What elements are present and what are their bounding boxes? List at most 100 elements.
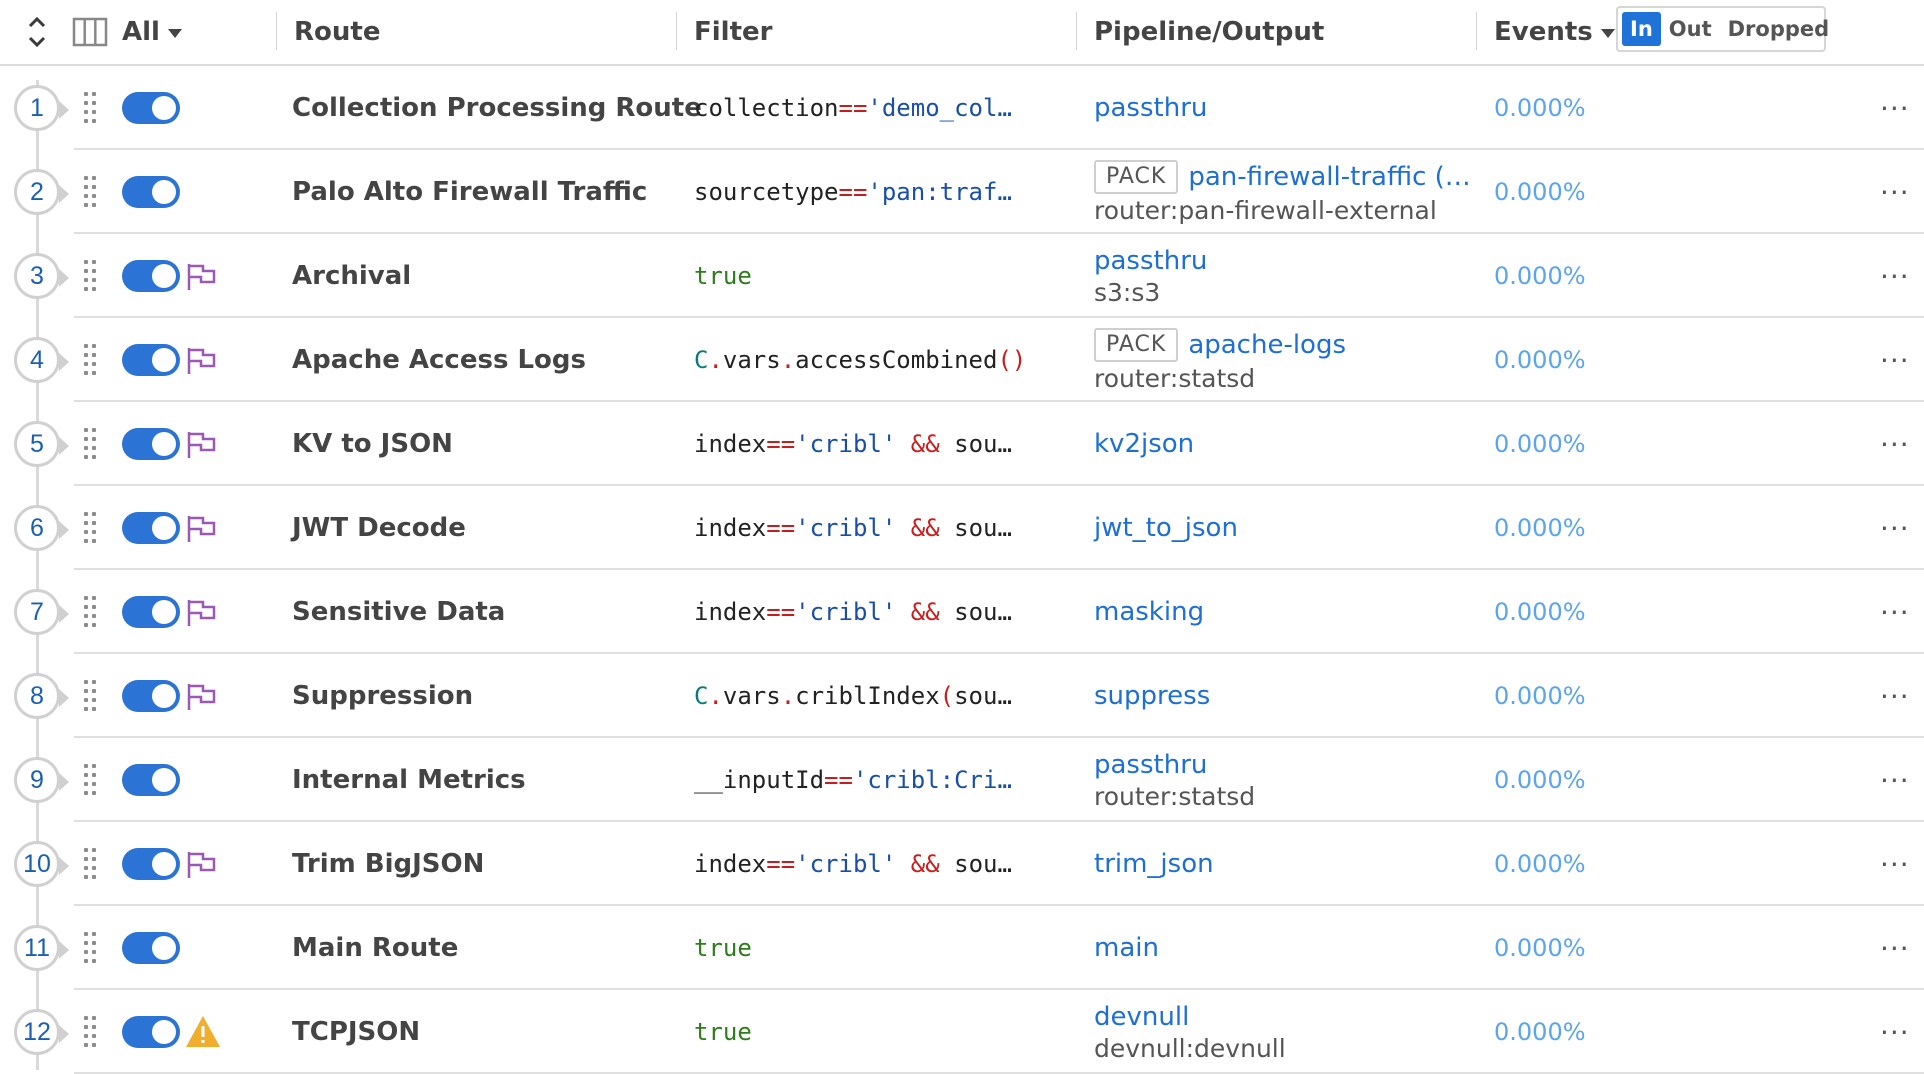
more-options-icon[interactable]: ··· [1880, 318, 1910, 402]
table-row[interactable]: 4 Apache Access Logs C. vars. accessCombined… [14, 318, 1924, 402]
events-mode-dropped[interactable]: Dropped [1720, 12, 1838, 46]
pipeline-link[interactable]: trim_json [1094, 849, 1214, 879]
route-name[interactable]: Palo Alto Firewall Traffic [292, 150, 647, 234]
events-mode-toggle[interactable]: In Out Dropped [1616, 6, 1829, 52]
route-filter-expression[interactable]: C. vars. accessCombined() [694, 318, 1026, 402]
pipeline-link[interactable]: suppress [1094, 681, 1210, 711]
table-row[interactable]: 1 Collection Processing Route collection ==… [14, 66, 1924, 150]
route-filter-expression[interactable]: index =='cribl' && sou… [694, 486, 1012, 570]
route-name[interactable]: JWT Decode [292, 486, 466, 570]
more-options-icon[interactable]: ··· [1880, 66, 1910, 150]
more-options-icon[interactable]: ··· [1880, 738, 1910, 822]
pipeline-link[interactable]: passthru [1094, 246, 1207, 276]
column-divider[interactable] [276, 12, 277, 50]
route-name[interactable]: Suppression [292, 654, 473, 738]
route-filter-expression[interactable]: C. vars. criblIndex(sou… [694, 654, 1012, 738]
more-options-icon[interactable]: ··· [1880, 402, 1910, 486]
route-name[interactable]: KV to JSON [292, 402, 453, 486]
more-options-icon[interactable]: ··· [1880, 570, 1910, 654]
table-row[interactable]: 6 JWT Decode index =='cribl' && sou… jwt_to_… [14, 486, 1924, 570]
route-enabled-toggle[interactable] [122, 176, 180, 208]
drag-handle-icon[interactable] [84, 428, 98, 460]
pipeline-link[interactable]: passthru [1094, 750, 1207, 780]
pipeline-link[interactable]: apache-logs [1188, 330, 1346, 360]
events-mode-out[interactable]: Out [1661, 12, 1720, 46]
route-enabled-toggle[interactable] [122, 260, 180, 292]
table-row[interactable]: 12 TCPJSON true devnull devnull:devnull 0.000… [14, 990, 1924, 1074]
column-divider[interactable] [1076, 12, 1077, 50]
route-name[interactable]: Sensitive Data [292, 570, 505, 654]
table-row[interactable]: 7 Sensitive Data index =='cribl' && sou… mas… [14, 570, 1924, 654]
route-enabled-toggle[interactable] [122, 1016, 180, 1048]
pipeline-link[interactable]: devnull [1094, 1002, 1189, 1032]
route-name[interactable]: Internal Metrics [292, 738, 526, 822]
drag-handle-icon[interactable] [84, 260, 98, 292]
route-filter-expression[interactable]: collection =='demo_col… [694, 66, 1012, 150]
route-filter-expression[interactable]: true [694, 234, 752, 318]
table-header: All Route Filter Pipeline/Output Events … [0, 0, 1924, 66]
more-options-icon[interactable]: ··· [1880, 234, 1910, 318]
route-filter-expression[interactable]: true [694, 906, 752, 990]
pipeline-link[interactable]: pan-firewall-traffic (… [1188, 162, 1470, 192]
table-row[interactable]: 11 Main Route true main 0.000% ··· [14, 906, 1924, 990]
route-enabled-toggle[interactable] [122, 92, 180, 124]
drag-handle-icon[interactable] [84, 92, 98, 124]
columns-icon[interactable] [72, 0, 108, 64]
route-enabled-toggle[interactable] [122, 932, 180, 964]
route-name[interactable]: Trim BigJSON [292, 822, 484, 906]
more-options-icon[interactable]: ··· [1880, 654, 1910, 738]
column-divider[interactable] [676, 12, 677, 50]
drag-handle-icon[interactable] [84, 932, 98, 964]
route-enabled-toggle[interactable] [122, 764, 180, 796]
route-filter-expression[interactable]: __inputId =='cribl:Cri… [694, 738, 1012, 822]
route-enabled-toggle[interactable] [122, 680, 180, 712]
events-mode-in[interactable]: In [1622, 12, 1661, 46]
more-options-icon[interactable]: ··· [1880, 150, 1910, 234]
more-options-icon[interactable]: ··· [1880, 906, 1910, 990]
pipeline-link[interactable]: kv2json [1094, 429, 1194, 459]
events-sort-dropdown[interactable]: Events [1494, 0, 1615, 64]
filter-token: collection [694, 94, 839, 122]
route-name[interactable]: Collection Processing Route [292, 66, 702, 150]
route-filter-expression[interactable]: index =='cribl' && sou… [694, 822, 1012, 906]
table-row[interactable]: 5 KV to JSON index =='cribl' && sou… kv2json… [14, 402, 1924, 486]
drag-handle-icon[interactable] [84, 344, 98, 376]
more-options-icon[interactable]: ··· [1880, 990, 1910, 1074]
sort-icon[interactable] [22, 0, 52, 64]
route-filter-expression[interactable]: index =='cribl' && sou… [694, 402, 1012, 486]
table-row[interactable]: 10 Trim BigJSON index =='cribl' && sou… trim… [14, 822, 1924, 906]
more-options-icon[interactable]: ··· [1880, 822, 1910, 906]
route-name[interactable]: TCPJSON [292, 990, 420, 1074]
pipeline-link[interactable]: jwt_to_json [1094, 513, 1238, 543]
more-options-icon[interactable]: ··· [1880, 486, 1910, 570]
table-row[interactable]: 3 Archival true passthru s3:s3 0.000% ··· [14, 234, 1924, 318]
pipeline-link[interactable]: masking [1094, 597, 1204, 627]
route-filter-expression[interactable]: true [694, 990, 752, 1074]
drag-handle-icon[interactable] [84, 680, 98, 712]
route-enabled-toggle[interactable] [122, 596, 180, 628]
table-row[interactable]: 9 Internal Metrics __inputId =='cribl:Cri… p… [14, 738, 1924, 822]
route-filter-expression[interactable]: index =='cribl' && sou… [694, 570, 1012, 654]
pipeline-line: passthru [1094, 93, 1207, 123]
drag-handle-icon[interactable] [84, 596, 98, 628]
route-enabled-toggle[interactable] [122, 848, 180, 880]
drag-handle-icon[interactable] [84, 176, 98, 208]
route-name[interactable]: Main Route [292, 906, 458, 990]
drag-handle-icon[interactable] [84, 848, 98, 880]
route-name[interactable]: Apache Access Logs [292, 318, 586, 402]
column-divider[interactable] [1476, 12, 1477, 50]
table-row[interactable]: 8 Suppression C. vars. criblIndex(sou… suppre… [14, 654, 1924, 738]
route-enabled-toggle[interactable] [122, 512, 180, 544]
pipeline-link[interactable]: passthru [1094, 93, 1207, 123]
route-filter-expression[interactable]: sourcetype =='pan:traf… [694, 150, 1012, 234]
route-enabled-toggle[interactable] [122, 428, 180, 460]
drag-handle-icon[interactable] [84, 512, 98, 544]
route-enabled-toggle[interactable] [122, 344, 180, 376]
filter-token: && [910, 850, 940, 878]
drag-handle-icon[interactable] [84, 764, 98, 796]
route-name[interactable]: Archival [292, 234, 411, 318]
drag-handle-icon[interactable] [84, 1016, 98, 1048]
route-filter-dropdown[interactable]: All [122, 0, 182, 64]
table-row[interactable]: 2 Palo Alto Firewall Traffic sourcetype == '… [14, 150, 1924, 234]
pipeline-link[interactable]: main [1094, 933, 1159, 963]
